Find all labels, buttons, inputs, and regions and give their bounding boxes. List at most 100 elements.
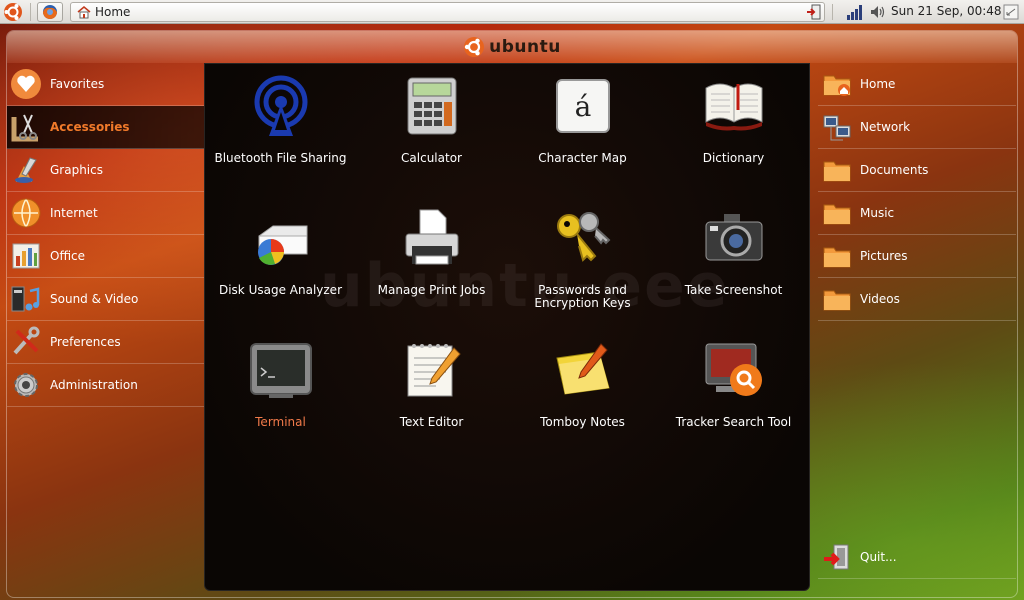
app-disk-usage-analyzer[interactable]: Disk Usage Analyzer: [205, 196, 356, 328]
app-label: Tracker Search Tool: [675, 415, 792, 429]
camera-icon: [702, 206, 766, 270]
app-manage-print-jobs[interactable]: Manage Print Jobs: [356, 196, 507, 328]
quit-button[interactable]: Quit...: [818, 536, 1016, 579]
app-dictionary[interactable]: Dictionary: [658, 64, 809, 196]
folder-icon: [822, 155, 852, 185]
search-tool-icon: [702, 338, 766, 402]
category-graphics[interactable]: Graphics: [7, 149, 204, 192]
category-label: Sound & Video: [50, 292, 139, 306]
category-label: Internet: [50, 206, 98, 220]
app-character-map[interactable]: á Character Map: [507, 64, 658, 196]
volume-icon[interactable]: [869, 3, 887, 21]
category-internet[interactable]: Internet: [7, 192, 204, 235]
show-desktop-button[interactable]: [1003, 3, 1019, 21]
category-accessories[interactable]: Accessories: [7, 106, 204, 149]
calculator-icon: [400, 74, 464, 138]
place-documents[interactable]: Documents: [818, 149, 1016, 192]
app-tracker-search-tool[interactable]: Tracker Search Tool: [658, 328, 809, 460]
place-label: Network: [860, 120, 911, 134]
app-label: Disk Usage Analyzer: [218, 283, 342, 297]
app-label: Calculator: [401, 151, 462, 165]
category-label: Office: [50, 249, 86, 263]
network-signal-icon[interactable]: [846, 3, 864, 21]
app-label: Dictionary: [702, 151, 765, 165]
app-label: Passwords and Encryption Keys: [534, 283, 631, 310]
app-calculator[interactable]: Calculator: [356, 64, 507, 196]
book-icon: [702, 74, 766, 138]
home-folder-icon: [822, 69, 852, 99]
app-label: Bluetooth File Sharing: [214, 151, 347, 165]
svg-text:á: á: [574, 90, 591, 123]
place-label: Documents: [860, 163, 929, 177]
category-favorites[interactable]: Favorites: [7, 63, 204, 106]
keys-icon: [551, 206, 615, 270]
folder-icon: [822, 198, 852, 228]
app-terminal[interactable]: Terminal: [205, 328, 356, 460]
heart-icon: [10, 68, 42, 100]
scissors-icon: [10, 111, 42, 143]
category-label: Preferences: [50, 335, 121, 349]
panel-separator: [832, 4, 833, 20]
paintbrush-icon: [10, 154, 42, 186]
ubuntu-logo-icon: [4, 3, 22, 21]
printer-icon: [400, 206, 464, 270]
app-tomboy-notes[interactable]: Tomboy Notes: [507, 328, 658, 460]
tools-icon: [10, 326, 42, 358]
app-label: Manage Print Jobs: [377, 283, 486, 297]
app-label: Take Screenshot: [684, 283, 783, 297]
gear-icon: [10, 369, 42, 401]
category-administration[interactable]: Administration: [7, 364, 204, 407]
firefox-launcher-button[interactable]: [37, 2, 63, 22]
ubuntu-menu-button[interactable]: [2, 1, 24, 23]
folder-icon: [822, 241, 852, 271]
task-title: Home: [95, 5, 131, 19]
category-label: Favorites: [50, 77, 105, 91]
category-sound-video[interactable]: Sound & Video: [7, 278, 204, 321]
app-bluetooth-file-sharing[interactable]: Bluetooth File Sharing: [205, 64, 356, 196]
netbook-launcher: ubuntu Favorites Accessories Graphics In…: [0, 24, 1024, 600]
panel-separator: [30, 3, 31, 21]
network-icon: [822, 112, 852, 142]
place-pictures[interactable]: Pictures: [818, 235, 1016, 278]
app-label: Character Map: [538, 151, 627, 165]
launcher-header: ubuntu: [7, 31, 1017, 63]
ubuntu-logo-icon: [464, 37, 485, 57]
category-office[interactable]: Office: [7, 235, 204, 278]
notes-icon: [551, 338, 615, 402]
disk-usage-icon: [249, 206, 313, 270]
places-list: Home Network Documents Music Pictures Vi…: [818, 63, 1016, 321]
category-label: Administration: [50, 378, 138, 392]
quit-label: Quit...: [860, 550, 897, 564]
app-take-screenshot[interactable]: Take Screenshot: [658, 196, 809, 328]
text-editor-icon: [400, 338, 464, 402]
place-label: Music: [860, 206, 895, 220]
category-preferences[interactable]: Preferences: [7, 321, 204, 364]
bluetooth-tower-icon: [249, 74, 313, 138]
firefox-icon: [43, 5, 57, 19]
logout-icon[interactable]: [806, 3, 822, 21]
app-passwords-keys[interactable]: Passwords and Encryption Keys: [507, 196, 658, 328]
place-network[interactable]: Network: [818, 106, 1016, 149]
exit-icon: [822, 542, 852, 572]
app-label: Text Editor: [399, 415, 464, 429]
category-label: Graphics: [50, 163, 103, 177]
place-label: Videos: [860, 292, 900, 306]
character-map-icon: á: [551, 74, 615, 138]
app-text-editor[interactable]: Text Editor: [356, 328, 507, 460]
window-task-button[interactable]: Home: [70, 2, 825, 22]
home-icon: [77, 6, 91, 19]
place-label: Pictures: [860, 249, 908, 263]
clock[interactable]: Sun 21 Sep, 00:48: [891, 4, 1002, 18]
app-label: Terminal: [255, 415, 306, 429]
brand-wordmark: ubuntu: [489, 37, 561, 57]
terminal-icon: [249, 338, 313, 402]
category-label: Accessories: [50, 120, 130, 134]
application-grid: ubuntu-eee Bluetooth File Sharing Calcul…: [204, 63, 810, 591]
place-label: Home: [860, 77, 896, 91]
music-icon: [10, 283, 42, 315]
app-label: Tomboy Notes: [540, 415, 625, 429]
place-music[interactable]: Music: [818, 192, 1016, 235]
place-home[interactable]: Home: [818, 63, 1016, 106]
top-panel: Home Sun 21 Sep, 00:48: [0, 0, 1024, 24]
place-videos[interactable]: Videos: [818, 278, 1016, 321]
